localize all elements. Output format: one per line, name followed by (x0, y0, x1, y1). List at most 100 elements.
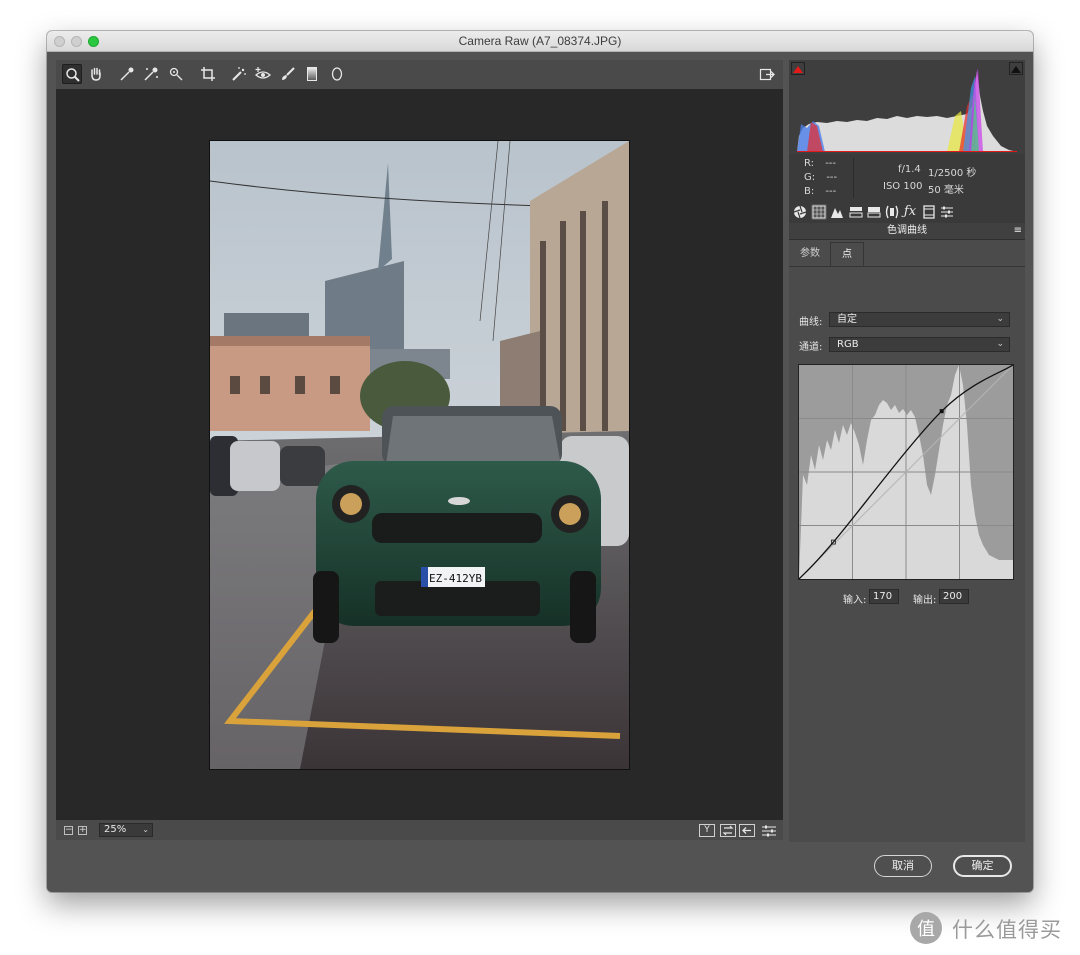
ok-button[interactable]: 确定 (953, 855, 1012, 877)
before-after-view-button[interactable]: Y (699, 824, 715, 837)
cancel-button[interactable]: 取消 (874, 855, 932, 877)
svg-text:EZ-412YB: EZ-412YB (429, 572, 482, 585)
red-eye-icon (255, 67, 271, 79)
tone-curve-editor[interactable] (798, 364, 1014, 580)
crop-tool-button[interactable] (198, 64, 218, 84)
curve-select[interactable]: 自定 ⌄ (829, 312, 1010, 327)
spot-removal-tool-button[interactable] (229, 64, 249, 84)
lens-corrections-panel-tab[interactable] (884, 204, 900, 220)
channel-label: 通道: (799, 342, 823, 353)
adjustment-brush-tool-button[interactable] (278, 64, 298, 84)
zoom-level-select[interactable]: 25% ⌄ (99, 823, 153, 837)
input-label: 输入: (843, 595, 867, 606)
hand-tool-button[interactable] (86, 64, 106, 84)
white-balance-tool-button[interactable] (117, 64, 137, 84)
zoom-level-value: 25% (104, 824, 127, 835)
graduated-filter-tool-button[interactable] (302, 64, 322, 84)
histogram-graph (797, 68, 1017, 152)
sliders-icon (762, 825, 776, 837)
curve-label: 曲线: (799, 317, 823, 328)
zoom-in-button[interactable]: + (78, 826, 87, 835)
spot-removal-icon (232, 67, 246, 81)
swap-icon (722, 825, 734, 836)
readout-panel: R: --- G: --- B: --- f/1.4 1/2500 秒 ISO … (789, 154, 1025, 202)
channel-select[interactable]: RGB ⌄ (829, 337, 1010, 352)
output-label: 输出: (913, 595, 937, 606)
adjustment-brush-icon (282, 67, 295, 80)
adjustments-panel: R: --- G: --- B: --- f/1.4 1/2500 秒 ISO … (789, 60, 1025, 842)
targeted-adjustment-tool-button[interactable] (166, 64, 186, 84)
detail-icon (831, 208, 843, 218)
window-title: Camera Raw (A7_08374.JPG) (458, 34, 622, 48)
tool-bar (56, 60, 783, 89)
tone-curve-panel-tab[interactable] (811, 204, 827, 220)
white-balance-icon (120, 67, 134, 81)
curve-control-point[interactable] (939, 409, 944, 414)
output-field[interactable]: 200 (939, 589, 969, 604)
fx-icon: ƒx (903, 204, 917, 219)
effects-panel-tab[interactable]: ƒx (902, 204, 918, 220)
filmstrip-icon (923, 205, 935, 219)
blue-label: B: (804, 186, 815, 197)
zoom-tool-button[interactable] (62, 64, 82, 84)
shutter-value: 1/2500 秒 (928, 168, 977, 179)
presets-panel-tab[interactable] (939, 204, 955, 220)
copy-arrow-icon (742, 827, 751, 834)
chevron-down-icon: ⌄ (996, 314, 1004, 324)
presets-icon (941, 206, 953, 218)
zoom-icon (66, 68, 80, 82)
red-eye-tool-button[interactable] (253, 64, 273, 84)
chevron-down-icon: ⌄ (996, 339, 1004, 349)
svg-text:值: 值 (917, 919, 935, 940)
zoom-out-button[interactable]: − (64, 826, 73, 835)
lens-icon (885, 205, 899, 219)
copy-settings-button[interactable] (739, 824, 755, 837)
panel-menu-icon[interactable]: ≡ (1014, 223, 1022, 239)
dialog-button-bar: 取消 确定 (47, 842, 1033, 892)
panel-title-text: 色调曲线 (887, 225, 927, 236)
watermark-text: 什么值得买 (952, 918, 1062, 942)
split-toning-panel-tab[interactable] (866, 204, 882, 220)
split-toning-icon (867, 207, 881, 218)
camera-raw-window: Camera Raw (A7_08374.JPG) EZ-412YB − + 2… (47, 31, 1033, 892)
tone-curve-graph (799, 365, 1013, 579)
basic-panel-tab[interactable] (792, 204, 808, 220)
color-sampler-icon (144, 67, 158, 81)
title-bar[interactable]: Camera Raw (A7_08374.JPG) (47, 31, 1033, 52)
toggle-settings-button[interactable] (761, 824, 777, 837)
tab-point[interactable]: 点 (830, 242, 864, 266)
hsl-icon (849, 207, 863, 218)
image-preview[interactable]: EZ-412YB (209, 140, 630, 770)
aperture-icon (793, 205, 807, 219)
green-label: G: (804, 172, 816, 183)
hsl-panel-tab[interactable] (848, 204, 864, 220)
radial-filter-tool-button[interactable] (327, 64, 347, 84)
red-value: --- (825, 158, 837, 169)
camera-calibration-panel-tab[interactable] (921, 204, 937, 220)
histogram (789, 60, 1025, 154)
swap-before-after-button[interactable] (720, 824, 736, 837)
input-field[interactable]: 170 (869, 589, 899, 604)
open-in-photoshop-icon (759, 68, 775, 81)
preview-area: EZ-412YB − + 25% ⌄ Y (56, 60, 783, 840)
panel-title: 色调曲线 ≡ (789, 223, 1025, 240)
graduated-filter-icon (307, 67, 317, 81)
curve-mode-tabs: 参数 点 (789, 240, 1025, 267)
green-value: --- (826, 172, 838, 183)
radial-filter-icon (331, 67, 343, 81)
crop-icon (201, 67, 215, 81)
open-preferences-button[interactable] (757, 64, 777, 84)
hand-icon (91, 67, 101, 81)
chevron-down-icon: ⌄ (142, 825, 149, 834)
blue-value: --- (825, 186, 837, 197)
color-sampler-tool-button[interactable] (141, 64, 161, 84)
watermark: 值 什么值得买 (908, 910, 1061, 946)
detail-panel-tab[interactable] (829, 204, 845, 220)
red-label: R: (804, 158, 815, 169)
smzdm-logo: 值 (910, 912, 942, 944)
aperture-value: f/1.4 (898, 164, 921, 175)
channel-select-value: RGB (837, 339, 859, 350)
iso-value: ISO 100 (883, 181, 923, 192)
curve-select-value: 自定 (837, 314, 857, 325)
tab-parametric[interactable]: 参数 (792, 242, 828, 266)
